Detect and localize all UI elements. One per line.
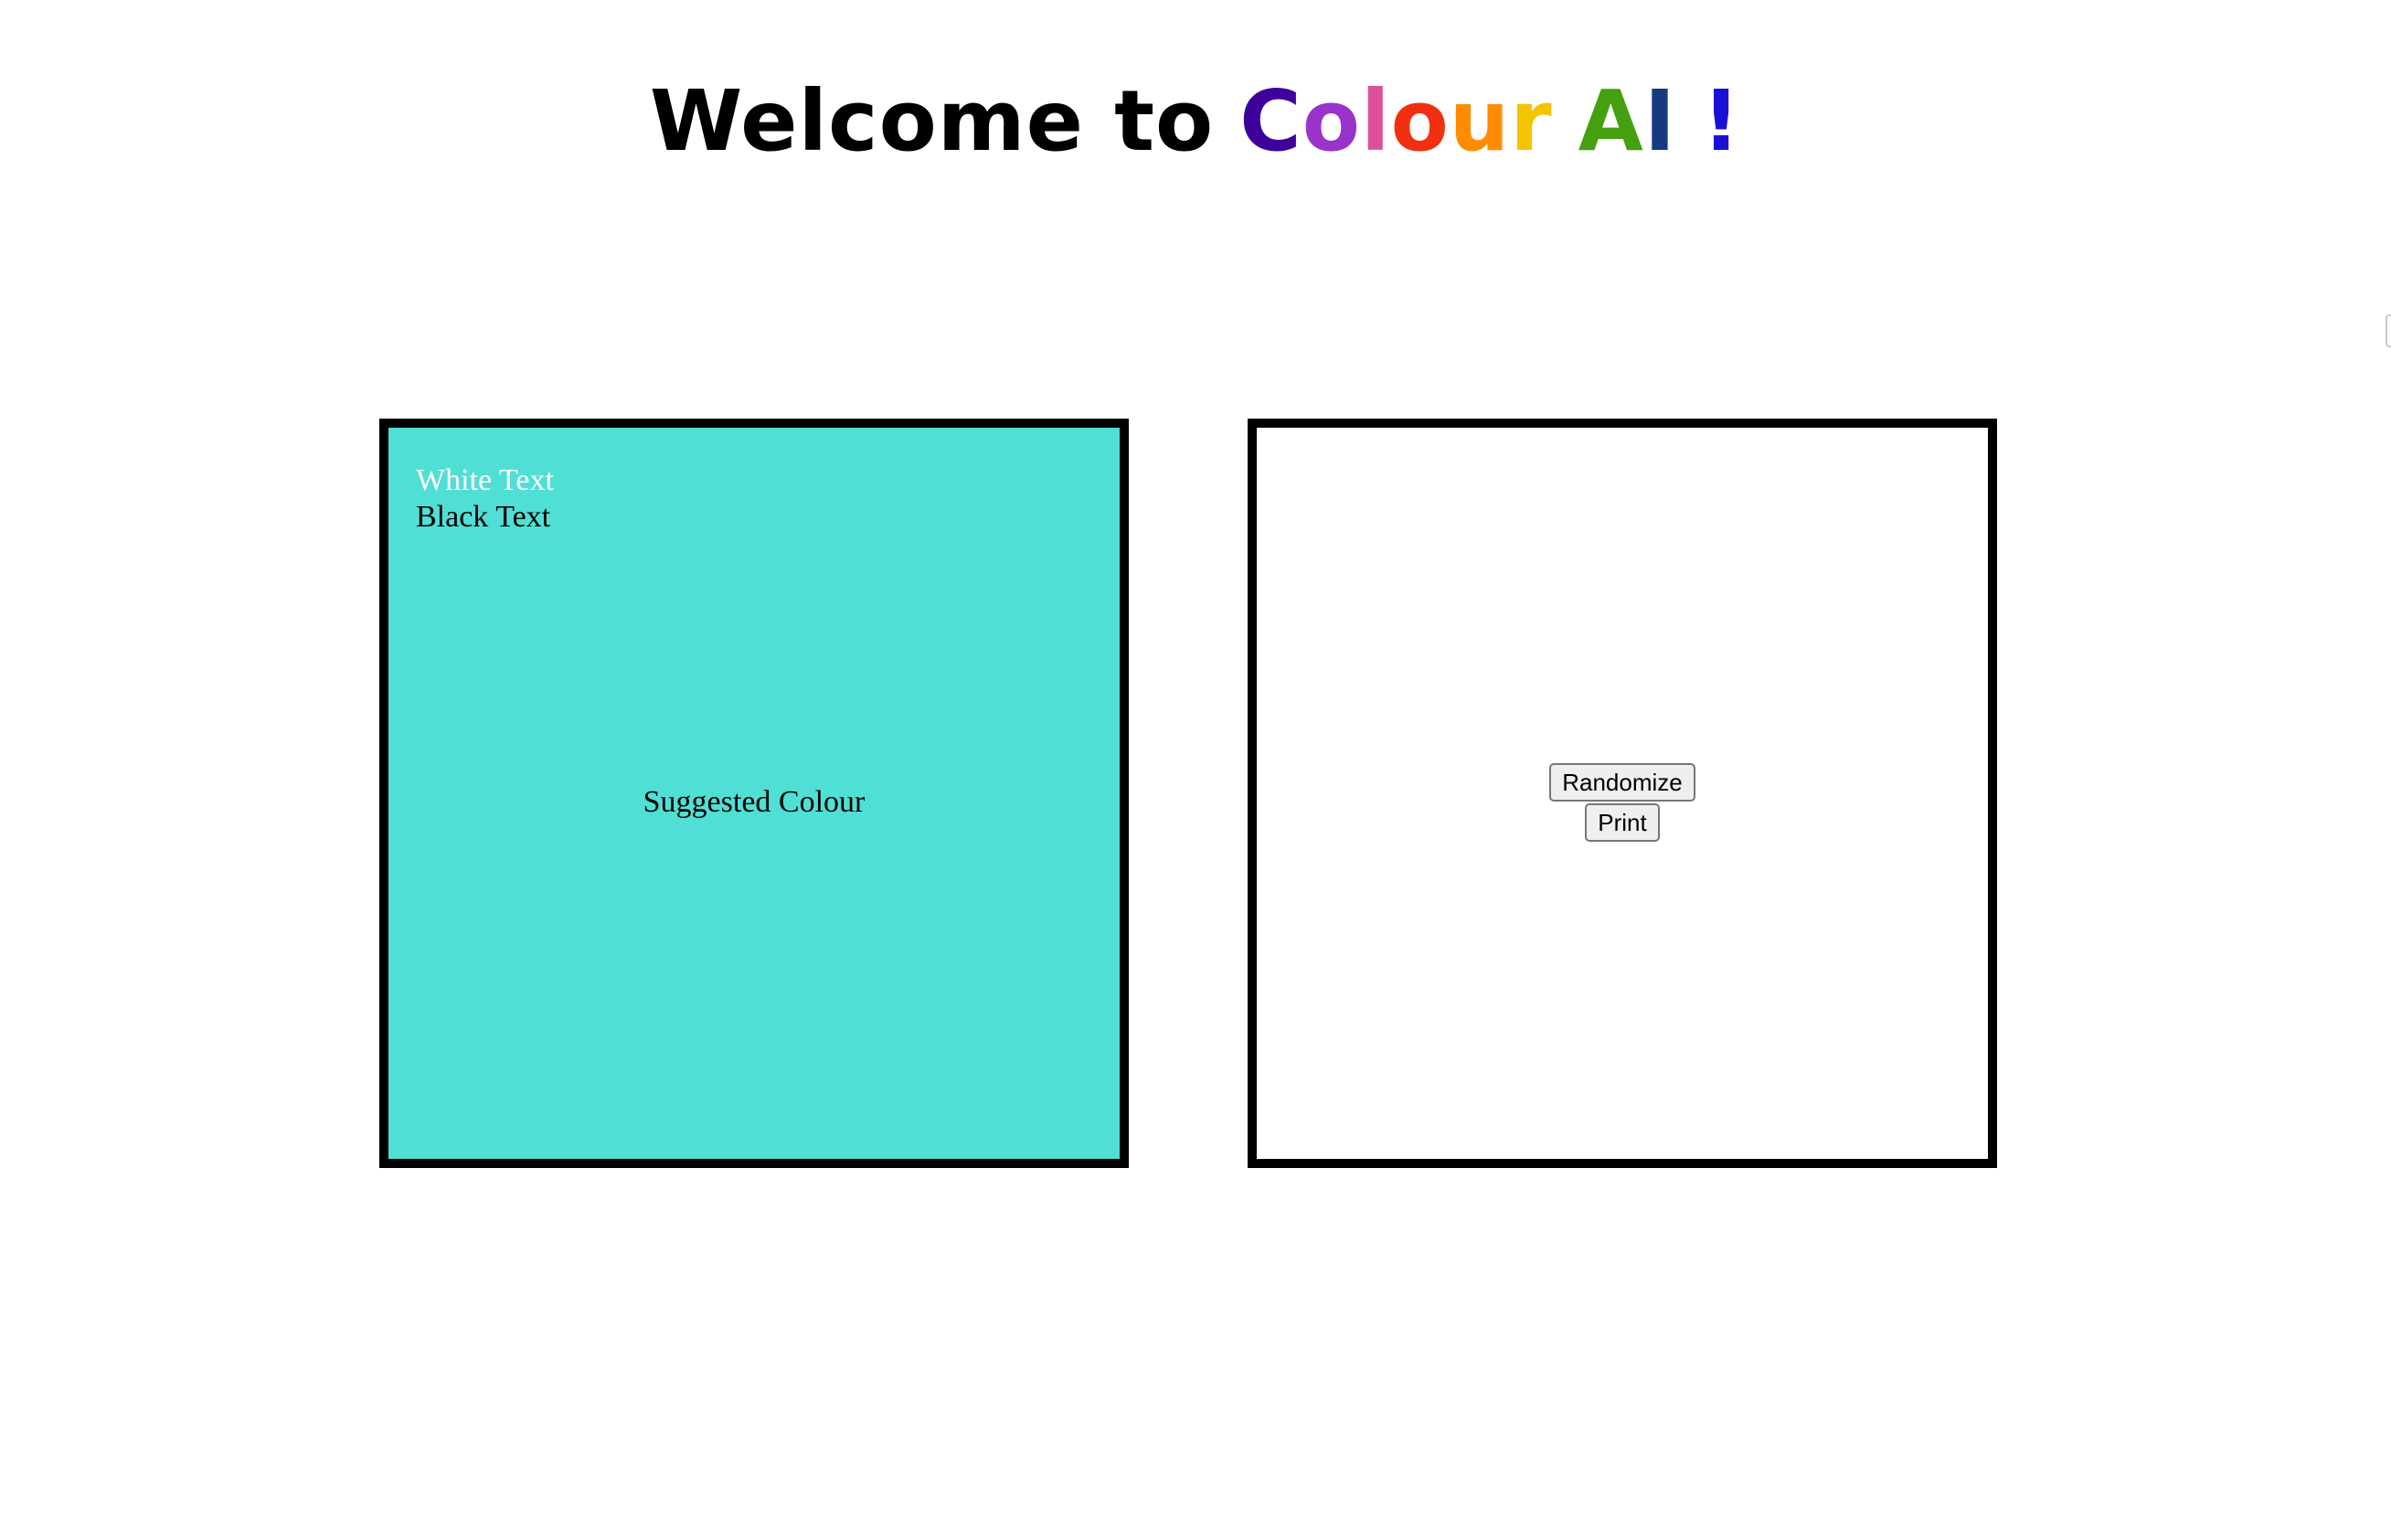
title-letter: C [1239, 72, 1302, 170]
title-letter: o [1302, 72, 1362, 170]
title-letter: I [1643, 72, 1677, 170]
suggested-colour-label: Suggested Colour [643, 785, 866, 819]
title-letter: l [1361, 72, 1391, 170]
black-text-sample: Black Text [416, 500, 551, 534]
title-exclamation: ! [1702, 72, 1742, 170]
controls-panel: Randomize Print [1248, 419, 1997, 1168]
controls-group: Randomize Print [1257, 763, 1988, 842]
scrollbar-handle[interactable] [2386, 314, 2391, 347]
page: Welcome to Colour AI! White Text Black Tex… [0, 0, 2391, 1540]
title-letter: A [1578, 72, 1644, 170]
white-text-sample: White Text [416, 463, 554, 497]
title-colour-word: Colour [1239, 72, 1552, 170]
randomize-button[interactable]: Randomize [1549, 763, 1695, 802]
title-letter: o [1390, 72, 1450, 170]
title-prefix: Welcome to [649, 72, 1215, 170]
title-ai-word: AI [1578, 72, 1676, 170]
page-title: Welcome to Colour AI! [0, 71, 2391, 172]
print-button[interactable]: Print [1585, 803, 1660, 842]
suggested-colour-swatch: White Text Black Text Suggested Colour [379, 419, 1129, 1168]
title-letter: u [1449, 72, 1511, 170]
title-letter: r [1510, 72, 1553, 170]
